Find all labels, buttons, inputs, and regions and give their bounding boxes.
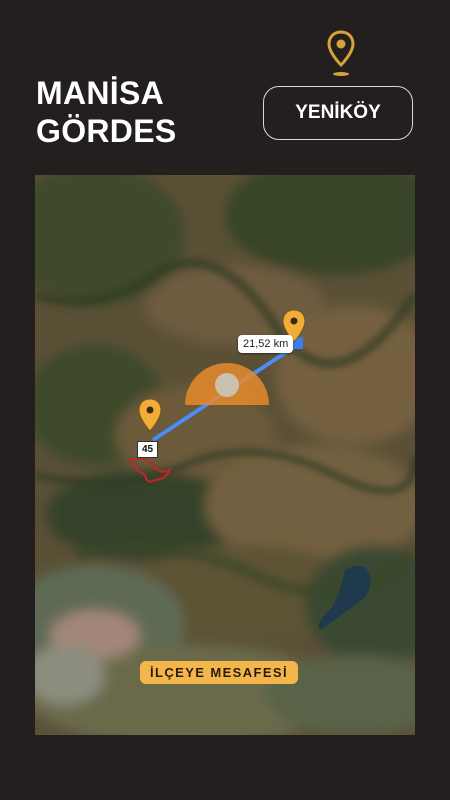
satellite-map[interactable]: 21,52 km 45 İLÇEYE MESAFESİ bbox=[35, 175, 415, 735]
village-button[interactable]: YENİKÖY bbox=[263, 86, 413, 140]
road-shield: 45 bbox=[137, 441, 159, 458]
map-terrain bbox=[35, 175, 415, 735]
page-title: MANİSA GÖRDES bbox=[36, 74, 177, 150]
distance-label: 21,52 km bbox=[238, 335, 294, 353]
map-pin-icon bbox=[327, 30, 355, 76]
district-name: GÖRDES bbox=[36, 113, 177, 149]
province-name: MANİSA bbox=[36, 75, 165, 111]
distance-caption: İLÇEYE MESAFESİ bbox=[140, 661, 299, 684]
